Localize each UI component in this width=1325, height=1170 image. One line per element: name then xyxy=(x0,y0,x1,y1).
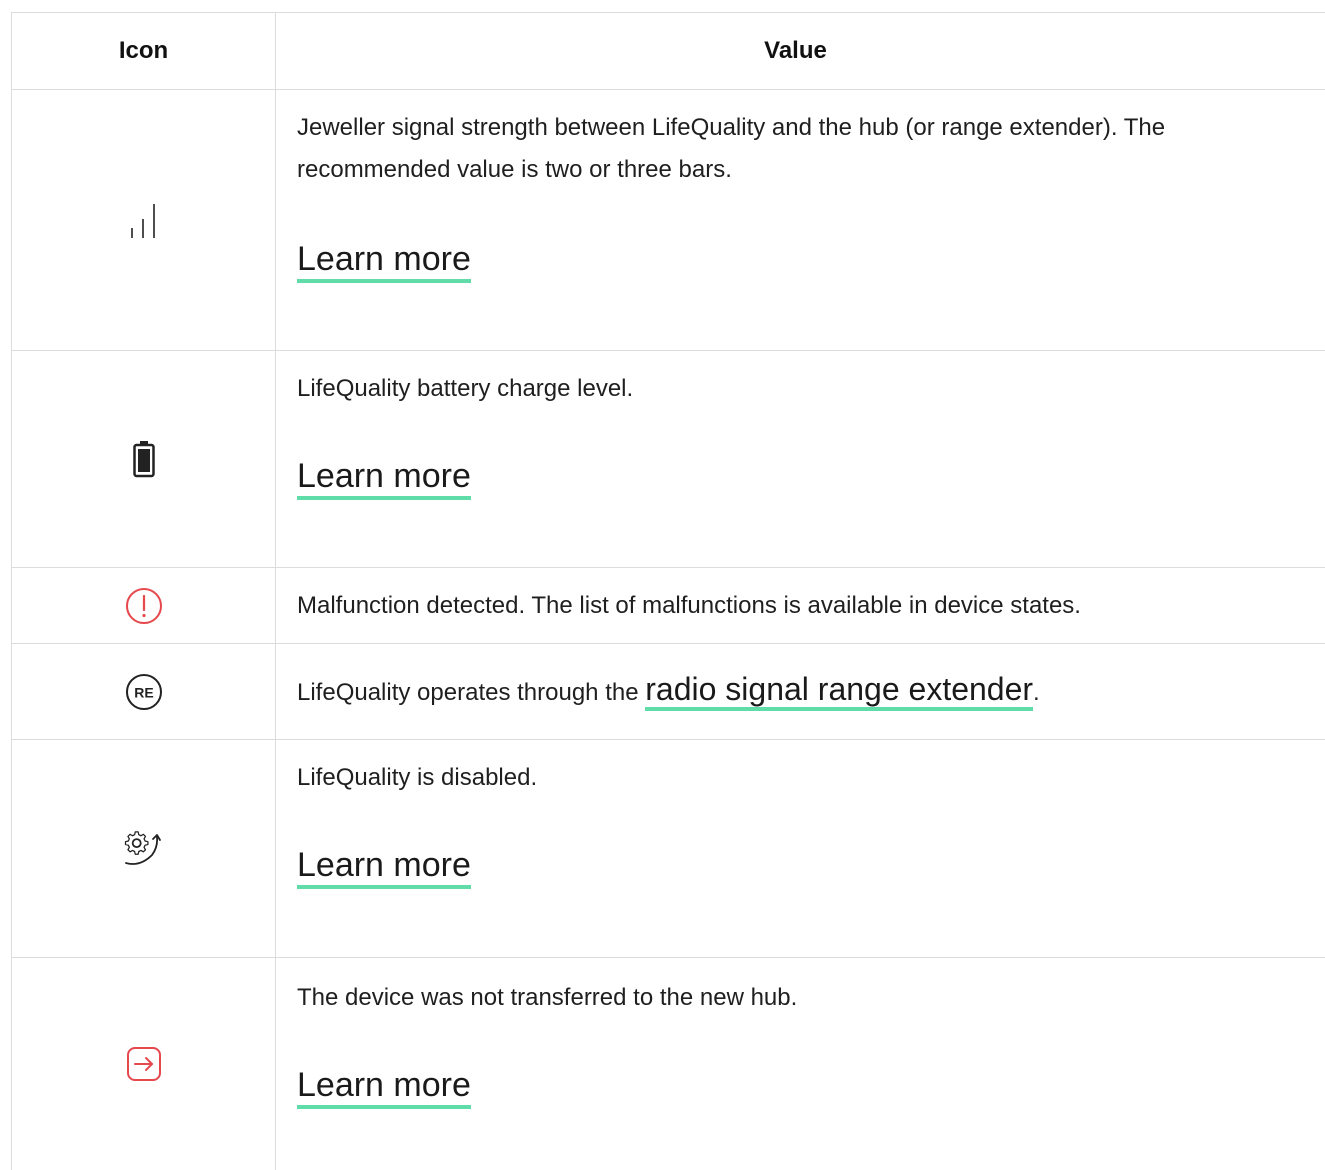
icon-cell xyxy=(11,90,276,350)
range-extender-icon-label: RE xyxy=(134,684,153,700)
disabled-gear-icon xyxy=(122,827,166,871)
value-cell: Malfunction detected. The list of malfun… xyxy=(276,568,1325,643)
row-description: Malfunction detected. The list of malfun… xyxy=(297,591,1081,619)
row-description: LifeQuality is disabled. xyxy=(297,764,538,791)
icon-cell xyxy=(11,740,276,957)
icon-cell xyxy=(11,351,276,567)
value-cell: LifeQuality battery charge level. Learn … xyxy=(276,351,1325,567)
not-transferred-icon xyxy=(124,1044,164,1084)
value-cell: LifeQuality operates through the radio s… xyxy=(276,644,1325,739)
table-row: Malfunction detected. The list of malfun… xyxy=(11,568,1325,644)
row-description-end: . xyxy=(1033,679,1040,706)
value-cell: Jeweller signal strength between LifeQua… xyxy=(276,90,1325,350)
table-row: Jeweller signal strength between LifeQua… xyxy=(11,90,1325,351)
row-description: LifeQuality operates through the radio s… xyxy=(297,669,1040,714)
icon-cell xyxy=(11,958,276,1170)
status-icons-table: Icon Value Jeweller signal strength betw… xyxy=(11,12,1325,1170)
row-description: The device was not transferred to the ne… xyxy=(297,984,798,1011)
signal-bars-icon xyxy=(126,200,162,240)
icon-cell xyxy=(11,568,276,643)
row-description: Jeweller signal strength between LifeQua… xyxy=(297,114,1166,183)
table-row: RE LifeQuality operates through the radi… xyxy=(11,644,1325,740)
icon-cell: RE xyxy=(11,644,276,739)
learn-more-link[interactable]: Learn more xyxy=(297,239,471,283)
table-row: The device was not transferred to the ne… xyxy=(11,958,1325,1170)
range-extender-link[interactable]: radio signal range extender xyxy=(645,671,1034,711)
row-description-start: LifeQuality operates through the xyxy=(297,679,646,706)
row-description: LifeQuality battery charge level. xyxy=(297,375,634,402)
malfunction-icon xyxy=(124,586,164,626)
value-cell: The device was not transferred to the ne… xyxy=(276,958,1325,1170)
value-column-header: Value xyxy=(764,37,827,64)
value-cell: LifeQuality is disabled. Learn more xyxy=(276,740,1325,957)
table-header-row: Icon Value xyxy=(11,13,1325,90)
table-row: LifeQuality battery charge level. Learn … xyxy=(11,351,1325,568)
learn-more-link[interactable]: Learn more xyxy=(297,1065,471,1109)
icon-column-header: Icon xyxy=(11,13,276,89)
table-row: LifeQuality is disabled. Learn more xyxy=(11,740,1325,958)
battery-icon xyxy=(132,439,156,479)
range-extender-icon: RE xyxy=(124,672,164,712)
learn-more-link[interactable]: Learn more xyxy=(297,845,471,889)
learn-more-link[interactable]: Learn more xyxy=(297,456,471,500)
